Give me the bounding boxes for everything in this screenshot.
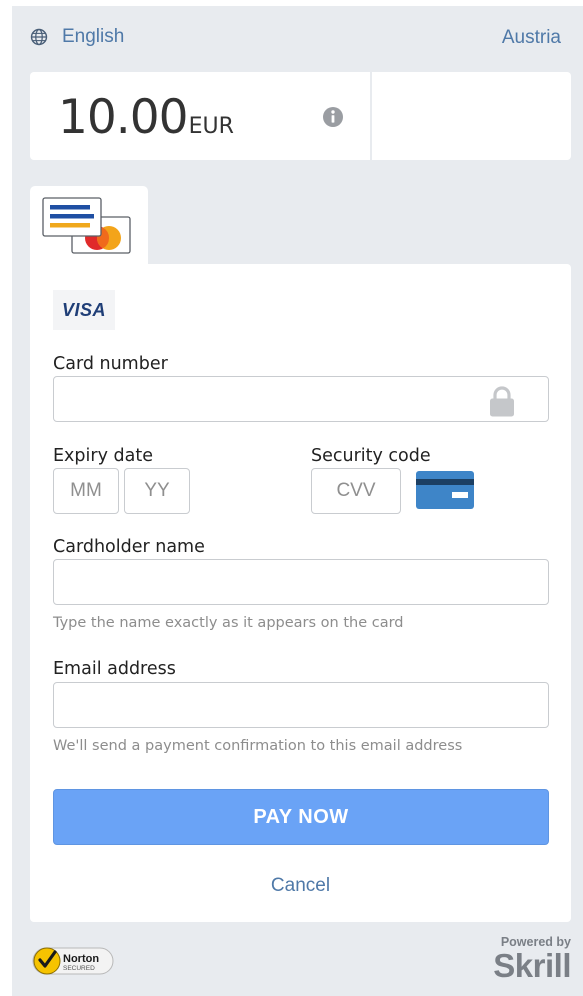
security-code-label: Security code <box>311 446 431 466</box>
info-icon[interactable] <box>322 106 344 128</box>
svg-text:SECURED: SECURED <box>63 965 95 972</box>
top-bar: English Austria <box>12 6 583 70</box>
cardholder-name-label: Cardholder name <box>53 537 205 557</box>
email-address-hint: We'll send a payment confirmation to thi… <box>53 738 463 754</box>
cardholder-name-hint: Type the name exactly as it appears on t… <box>53 615 404 631</box>
amount-currency: EUR <box>188 114 234 139</box>
credit-cards-icon <box>42 197 131 254</box>
card-number-input[interactable] <box>53 376 549 422</box>
expiry-date-label: Expiry date <box>53 446 153 466</box>
powered-by-skrill: Powered by Skrill <box>481 935 571 983</box>
visa-logo: VISA <box>53 290 115 330</box>
skrill-logo: Skrill <box>493 947 571 984</box>
amount-display: 10.00 EUR <box>58 90 234 145</box>
email-address-label: Email address <box>53 659 176 679</box>
cvv-card-icon <box>416 471 474 509</box>
country-selector[interactable]: Austria <box>502 27 561 49</box>
card-form: VISA Card number Expiry date Security co… <box>30 264 571 922</box>
lock-icon <box>490 386 514 417</box>
language-selector[interactable]: English <box>30 26 124 48</box>
visa-brand: VISA <box>61 299 106 320</box>
language-label: English <box>62 26 125 47</box>
card-number-label: Card number <box>53 354 168 374</box>
expiry-year-input[interactable] <box>124 468 190 514</box>
amount-value: 10.00 <box>58 90 189 145</box>
cancel-link[interactable]: Cancel <box>30 875 571 897</box>
pay-now-button[interactable]: PAY NOW <box>53 789 549 845</box>
cardholder-name-input[interactable] <box>53 559 549 605</box>
email-address-input[interactable] <box>53 682 549 728</box>
svg-text:Norton: Norton <box>63 953 99 965</box>
tab-card-payment[interactable] <box>30 186 148 268</box>
norton-secured-logo: Norton SECURED <box>32 947 114 975</box>
globe-icon <box>30 28 48 46</box>
cvv-input[interactable] <box>311 468 401 514</box>
expiry-month-input[interactable] <box>53 468 119 514</box>
amount-divider <box>370 72 372 160</box>
amount-card: 10.00 EUR <box>30 72 571 160</box>
payment-page: English Austria 10.00 EUR VISA Card numb… <box>12 6 583 996</box>
